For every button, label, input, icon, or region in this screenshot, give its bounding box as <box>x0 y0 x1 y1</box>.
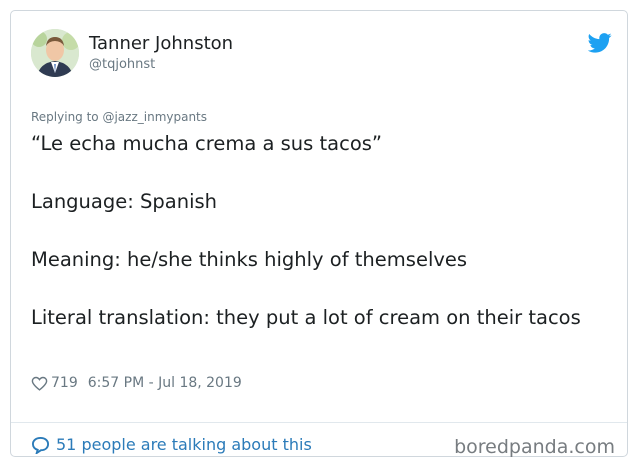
speech-bubble-icon <box>31 436 50 454</box>
watermark: boredpanda.com <box>454 436 615 458</box>
tweet-text: “Le echa mucha crema a sus tacos” Langua… <box>31 129 611 332</box>
tweet-line-language: Language: Spanish <box>31 190 218 213</box>
talking-link[interactable]: 51 people are talking about this <box>31 435 312 454</box>
avatar-image <box>31 29 79 77</box>
like-count[interactable]: 719 <box>51 375 78 391</box>
tweet-line-meaning: Meaning: he/she thinks highly of themsel… <box>31 248 468 271</box>
avatar[interactable] <box>31 29 79 77</box>
author-handle[interactable]: @tqjohnst <box>89 57 155 72</box>
reply-to-label[interactable]: Replying to @jazz_inmypants <box>31 110 207 124</box>
divider <box>11 422 627 423</box>
twitter-bird-icon[interactable] <box>588 33 612 53</box>
tweet-line-quote: “Le echa mucha crema a sus tacos” <box>31 132 383 155</box>
author-name[interactable]: Tanner Johnston <box>89 33 233 54</box>
heart-icon[interactable] <box>31 376 48 391</box>
timestamp[interactable]: 6:57 PM - Jul 18, 2019 <box>88 375 242 391</box>
talking-label[interactable]: 51 people are talking about this <box>56 435 312 454</box>
tweet-card: Tanner Johnston @tqjohnst Replying to @j… <box>10 10 628 458</box>
tweet-line-literal: Literal translation: they put a lot of c… <box>31 306 581 329</box>
tweet-meta: 719 6:57 PM - Jul 18, 2019 <box>31 375 242 391</box>
